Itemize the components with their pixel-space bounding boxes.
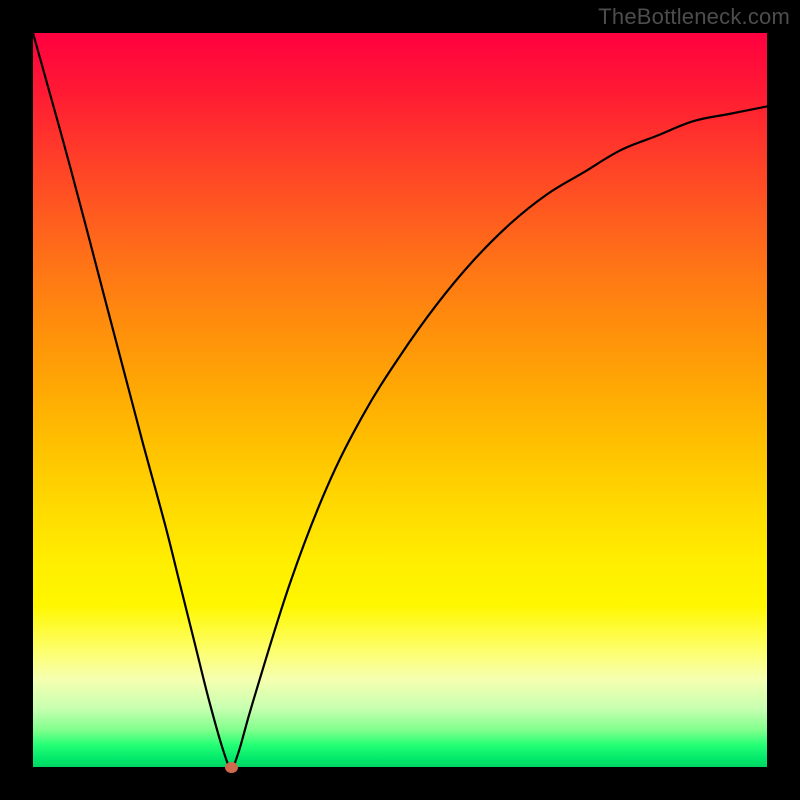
chart-frame: TheBottleneck.com: [0, 0, 800, 800]
minimum-marker: [225, 762, 238, 773]
plot-area: [33, 33, 767, 767]
watermark-text: TheBottleneck.com: [598, 4, 790, 30]
bottleneck-curve: [33, 33, 767, 767]
